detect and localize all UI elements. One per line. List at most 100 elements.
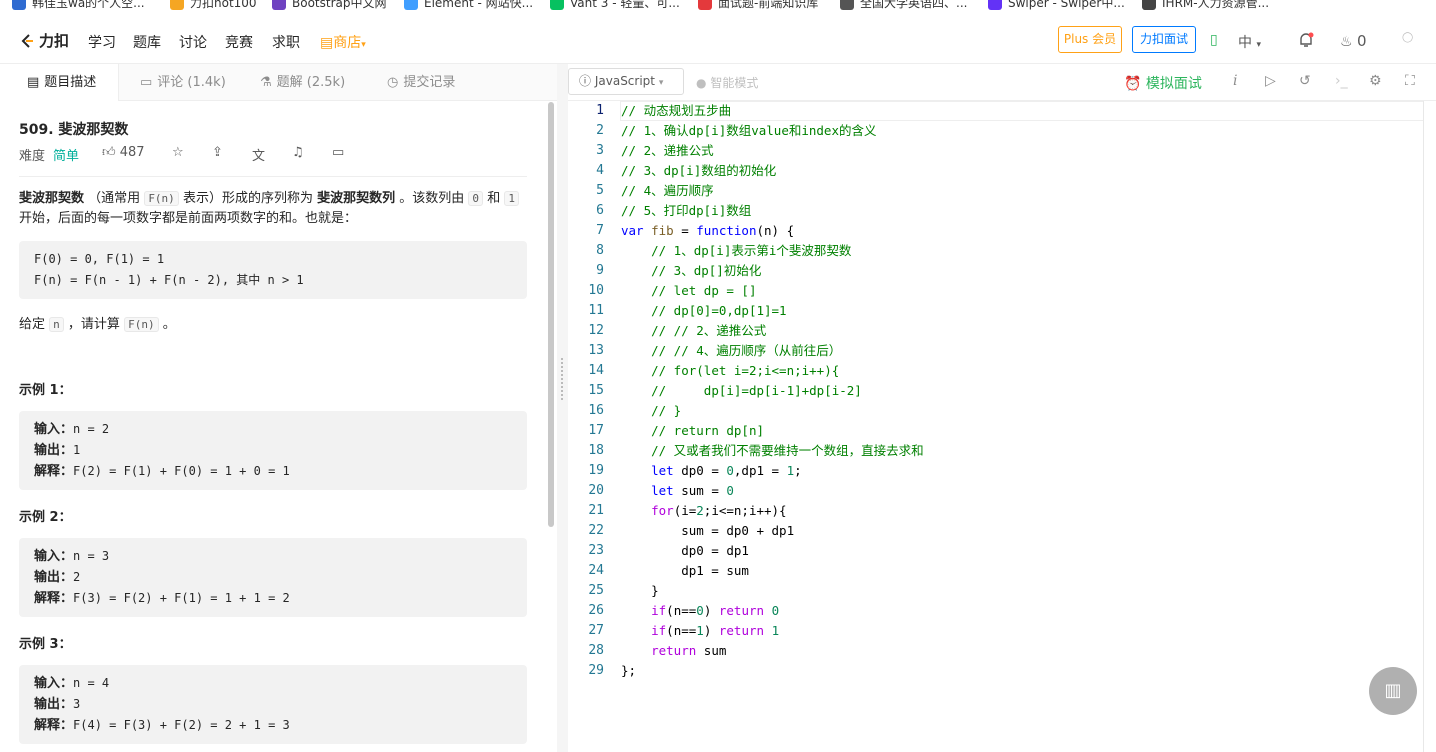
bookmark-item[interactable]: 面试题-前端知识库	[698, 0, 818, 11]
code-line[interactable]: sum = dp0 + dp1	[621, 521, 924, 541]
nav-jobs[interactable]: 求职	[272, 32, 300, 52]
code-line[interactable]: // return dp[n]	[621, 421, 924, 441]
code-line[interactable]: // 动态规划五步曲	[621, 101, 924, 121]
share-icon[interactable]: ⇪	[212, 145, 223, 160]
code-line[interactable]: // // 2、递推公式	[621, 321, 924, 341]
settings-icon[interactable]: ⚙	[1369, 73, 1382, 89]
bookmark-item[interactable]: 全国大学英语四、...	[840, 0, 967, 11]
line-number: 18	[588, 443, 604, 458]
code-token: (i=	[673, 503, 697, 518]
bookmark-item[interactable]: Swiper - Swiper中...	[988, 0, 1125, 11]
line-number-gutter: 1 2 3 4 5 6 7 8 9 10 11 12 13 14 15 16 17 18 19 20 21 22 23 24 2…	[568, 101, 618, 681]
code-line[interactable]: let sum = 0	[621, 481, 924, 501]
notebook-float-button[interactable]: ▥	[1369, 667, 1417, 715]
nav-problems[interactable]: 题库	[133, 32, 161, 52]
console-icon[interactable]: ›_	[1335, 73, 1348, 89]
code-line[interactable]: // 3、dp[i]数组的初始化	[621, 161, 924, 181]
code-token: }	[621, 583, 659, 598]
nav-learn[interactable]: 学习	[88, 32, 116, 52]
formula-line: F(n) = F(n - 1) + F(n - 2), 其中 n > 1	[34, 273, 304, 287]
code-token: 0	[771, 603, 780, 618]
code-line[interactable]: // 1、确认dp[i]数组value和index的含义	[621, 121, 924, 141]
bookmark-item[interactable]: Bootstrap中文网	[272, 0, 386, 11]
code-area[interactable]: // 动态规划五步曲 // 1、确认dp[i]数组value和index的含义 //…	[621, 101, 924, 681]
code-line[interactable]: };	[621, 661, 924, 681]
problem-meta: 难度 简单 👍︎ 487 ☆ ⇪ 文 ♫ ▭	[19, 145, 527, 177]
line-number: 9	[596, 263, 604, 278]
difficulty-label: 难度	[19, 149, 46, 164]
code-line[interactable]: // 4、遍历顺序	[621, 181, 924, 201]
mock-interview-button[interactable]: ⏰ 模拟面试	[1124, 73, 1202, 93]
resize-grip	[561, 358, 564, 400]
code-line[interactable]: // 1、dp[i]表示第i个斐波那契数	[621, 241, 924, 261]
star-icon[interactable]: ☆	[172, 145, 184, 160]
dot-icon: ●	[696, 76, 707, 90]
code-line[interactable]: // 5、打印dp[i]数组	[621, 201, 924, 221]
code-line[interactable]: return sum	[621, 641, 924, 661]
language-select[interactable]: ⓘ JavaScript ▾	[568, 68, 684, 95]
code-line[interactable]: // let dp = []	[621, 281, 924, 301]
bookmark-item[interactable]: IHRM-人力资源管...	[1142, 0, 1269, 11]
bookmark-label: IHRM-人力资源管...	[1162, 0, 1270, 10]
bookmark-label: 力扣hot100	[190, 0, 257, 10]
output-label: 输出：	[34, 697, 74, 712]
bookmarks-bar: 韩佳玉wa的个人空... 力扣hot100 Bootstrap中文网 Element …	[0, 0, 1436, 16]
tab-submissions[interactable]: ◷ 提交记录	[387, 64, 455, 101]
code-line[interactable]: // for(let i=2;i<=n;i++){	[621, 361, 924, 381]
avatar[interactable]: ◯	[1402, 32, 1413, 43]
code-line[interactable]: if(n==1) return 1	[621, 621, 924, 641]
feedback-icon[interactable]: ▭	[332, 145, 344, 160]
code-token: sum	[696, 643, 727, 658]
info-icon[interactable]: i	[1233, 73, 1237, 89]
code-line[interactable]: }	[621, 581, 924, 601]
example-output: 2	[73, 570, 81, 584]
leetcode-logo[interactable]: 力扣	[18, 30, 69, 51]
bell-icon[interactable]	[1298, 32, 1314, 53]
bookmark-favicon-icon	[170, 0, 184, 10]
tab-comments[interactable]: ▭ 评论 (1.4k)	[140, 64, 226, 101]
tab-description[interactable]: ▤ 题目描述	[0, 64, 119, 101]
nav-discuss[interactable]: 讨论	[179, 32, 207, 52]
run-icon[interactable]: ▷	[1265, 73, 1276, 89]
code-line[interactable]: // 2、递推公式	[621, 141, 924, 161]
code-line[interactable]: // dp[0]=0,dp[1]=1	[621, 301, 924, 321]
code-line[interactable]: if(n==0) return 0	[621, 601, 924, 621]
tab-submissions-label: 提交记录	[403, 74, 456, 90]
phone-icon[interactable]: ▯	[1210, 32, 1218, 48]
nav-contest[interactable]: 竞赛	[225, 32, 253, 52]
like-button[interactable]: 👍︎ 487	[102, 145, 145, 160]
tab-solutions[interactable]: ⚗ 题解 (2.5k)	[260, 64, 345, 101]
code-line[interactable]: for(i=2;i<=n;i++){	[621, 501, 924, 521]
bookmark-item[interactable]: Vant 3 - 轻量、可...	[550, 0, 680, 11]
example-heading: 示例 1：	[19, 383, 72, 398]
code-line[interactable]: let dp0 = 0,dp1 = 1;	[621, 461, 924, 481]
code-line[interactable]: // // 4、遍历顺序（从前往后）	[621, 341, 924, 361]
bookmark-item[interactable]: 力扣hot100	[170, 0, 257, 11]
smart-mode-toggle[interactable]: ● 智能模式	[696, 74, 758, 91]
fullscreen-icon[interactable]: ⛶	[1405, 73, 1415, 89]
bookmark-item[interactable]: Element - 网站快...	[404, 0, 533, 11]
code-line[interactable]: // }	[621, 401, 924, 421]
code-line[interactable]: dp0 = dp1	[621, 541, 924, 561]
language-switch[interactable]: 中 ▾	[1238, 32, 1261, 52]
code-editor[interactable]: 1 2 3 4 5 6 7 8 9 10 11 12 13 14 15 16 17 18 19 20 21 22 23 24 2…	[568, 101, 1436, 752]
code-line[interactable]: var fib = function(n) {	[621, 221, 924, 241]
bookmark-item[interactable]: 韩佳玉wa的个人空...	[12, 0, 145, 11]
code-line[interactable]: // 又或者我们不需要维持一个数组，直接去求和	[621, 441, 924, 461]
problem-scrollbar[interactable]	[548, 102, 554, 527]
interview-button[interactable]: 力扣面试	[1132, 26, 1196, 53]
difficulty-badge: 简单	[53, 149, 80, 164]
bell-icon[interactable]: ♫	[292, 145, 304, 160]
code-line[interactable]: // 3、dp[]初始化	[621, 261, 924, 281]
panel-resize-handle[interactable]	[557, 64, 568, 752]
code-line[interactable]: dp1 = sum	[621, 561, 924, 581]
streak-counter[interactable]: ♨ 0	[1340, 32, 1367, 50]
plus-member-button[interactable]: Plus 会员	[1058, 26, 1122, 53]
bookmark-favicon-icon	[404, 0, 418, 10]
code-line[interactable]: // dp[i]=dp[i-1]+dp[i-2]	[621, 381, 924, 401]
nav-shop[interactable]: ▤商店▾	[320, 32, 366, 52]
term-sequence: 斐波那契数列	[317, 191, 396, 206]
translate-icon[interactable]: 文	[252, 145, 265, 164]
reset-icon[interactable]: ↺	[1299, 73, 1311, 89]
